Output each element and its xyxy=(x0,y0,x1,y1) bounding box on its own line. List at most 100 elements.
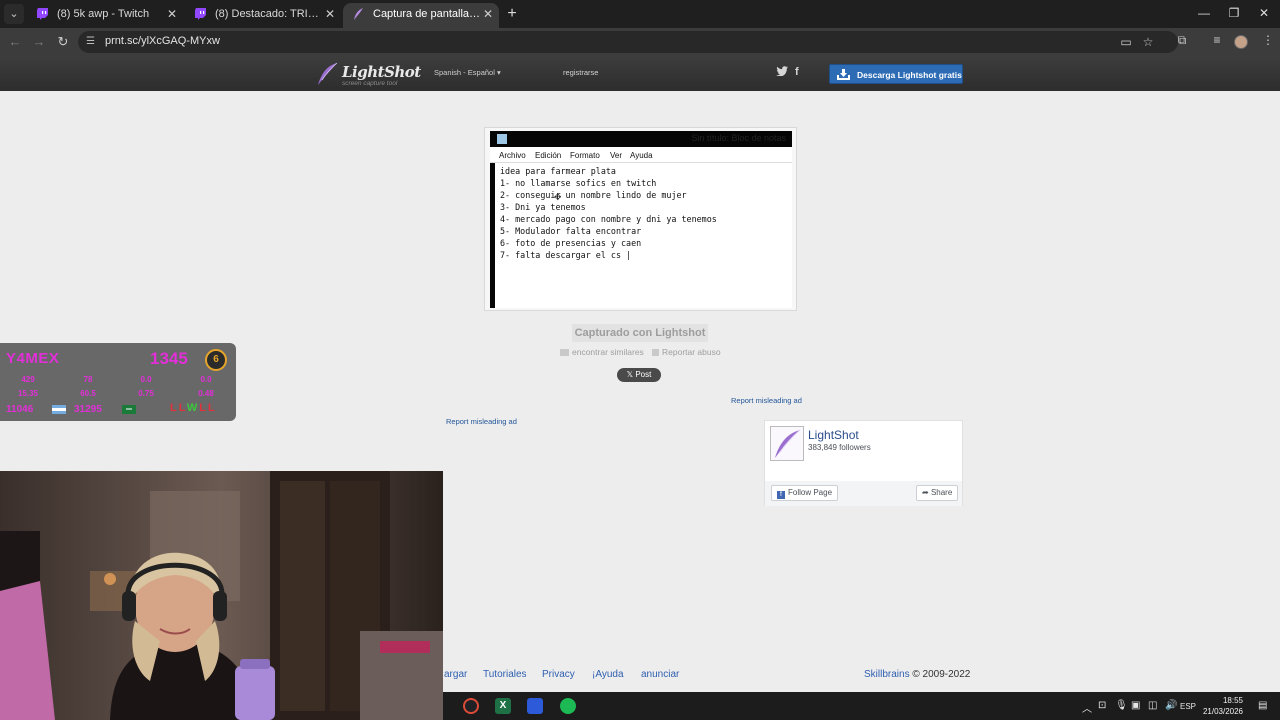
notepad-line: 3- Dni ya tenemos xyxy=(500,202,586,212)
extensions-icon[interactable]: ⧉ xyxy=(1174,33,1190,48)
notepad-title-bar: Sin título: Bloc de notas xyxy=(490,131,792,147)
footer-link-privacy[interactable]: Privacy xyxy=(542,669,575,680)
omnibox[interactable]: ☰ prnt.sc/ylXcGAQ-MYxw ▭ ☆ xyxy=(78,31,1178,53)
report-misleading-ad-link[interactable]: Report misleading ad xyxy=(446,417,517,426)
lightshot-logo[interactable]: LightShot screen capture tool xyxy=(316,62,428,88)
notifications-icon[interactable]: ▤ xyxy=(1258,700,1267,711)
fb-page-name[interactable]: LightShot xyxy=(808,428,859,442)
notepad-menu-bar: Archivo Edición Formato Ver Ayuda xyxy=(490,147,792,163)
site-info-icon[interactable]: ☰ xyxy=(86,35,100,49)
register-link[interactable]: registrarse xyxy=(563,68,598,77)
fb-followers: 383,849 followers xyxy=(808,443,871,452)
share-button[interactable]: ➦ Share xyxy=(916,485,959,501)
x-logo-icon: 𝕏 xyxy=(626,370,634,379)
find-similar-link[interactable]: encontrar similares xyxy=(560,347,644,357)
rank-region: 31295 xyxy=(74,404,102,415)
close-window-icon[interactable]: ✕ xyxy=(1256,6,1272,20)
footer-link-download[interactable]: argar xyxy=(444,669,467,680)
tray-app-icon[interactable]: ▣ xyxy=(1131,700,1140,711)
notepad-text: idea para farmear plata 1- no llamarse s… xyxy=(500,165,717,261)
footer-link-advertise[interactable]: anunciar xyxy=(641,669,679,680)
logo-name: LightShot xyxy=(342,63,421,81)
language-select[interactable]: Spanish - Español ▾ xyxy=(434,68,501,77)
find-similar-label: encontrar similares xyxy=(572,347,644,357)
windows-taskbar: X ︿ ⊡ 🎙 ▣ ◫ 🔊 ESP ▤ xyxy=(443,692,1280,720)
profile-avatar[interactable] xyxy=(1234,35,1248,49)
notepad-line: 4- mercado pago con nombre y dni ya tene… xyxy=(500,214,717,224)
notepad-line: 5- Modulador falta encontrar xyxy=(500,226,642,236)
close-icon[interactable]: ✕ xyxy=(483,3,493,25)
restore-icon[interactable]: ❐ xyxy=(1226,6,1242,20)
notepad-line: 2- conseguir un nombre lindo de mujer xyxy=(500,190,687,200)
feather-logo-icon xyxy=(771,427,803,460)
reload-icon[interactable]: ↻ xyxy=(54,33,72,51)
menu-ver: Ver xyxy=(610,151,623,160)
language-indicator[interactable]: ESP xyxy=(1180,702,1196,711)
browser-menu-icon[interactable]: ⋮ xyxy=(1260,33,1276,47)
microphone-icon[interactable]: 🎙 xyxy=(1115,700,1128,711)
twitch-icon xyxy=(195,8,206,20)
twitch-icon xyxy=(37,8,48,20)
minimize-icon[interactable]: — xyxy=(1196,6,1212,20)
stat-value: 429 xyxy=(21,375,35,384)
post-label: Post xyxy=(635,370,652,379)
chrome-icon[interactable] xyxy=(463,698,479,714)
new-tab-button[interactable]: + xyxy=(505,4,519,24)
footer-link-tutorials[interactable]: Tutoriales xyxy=(483,669,527,680)
lightshot-header: LightShot screen capture tool Spanish - … xyxy=(0,56,1280,91)
notepad-line: 6- foto de presencias y caen xyxy=(500,238,642,248)
notepad-icon xyxy=(497,134,507,144)
forward-arrow-icon[interactable]: → xyxy=(30,33,48,51)
network-icon[interactable]: ◫ xyxy=(1148,700,1157,711)
notepad-line: 1- no llamarse sofics en twitch xyxy=(500,178,657,188)
follow-page-button[interactable]: f Follow Page xyxy=(771,485,839,501)
install-app-icon[interactable]: ▭ xyxy=(1118,35,1134,49)
notepad-title: Sin título: Bloc de notas xyxy=(691,133,786,143)
report-abuse-link[interactable]: Reportar abuso xyxy=(652,347,721,357)
report-misleading-ad-link[interactable]: Report misleading ad xyxy=(731,396,802,405)
language-value: Spanish - Español xyxy=(434,68,495,77)
follow-label: Follow Page xyxy=(788,488,833,497)
x-post-button[interactable]: 𝕏 Post xyxy=(617,368,661,382)
close-icon[interactable]: ✕ xyxy=(167,3,177,25)
tab-twitch-2[interactable]: (8) Destacado: TRISTE POR LO Q ✕ xyxy=(185,3,341,28)
stat-value: 0.48 xyxy=(198,389,214,398)
tray-app-icon[interactable]: ⊡ xyxy=(1098,700,1106,711)
media-controls-icon[interactable]: ≡ xyxy=(1209,33,1225,47)
tab-twitch-1[interactable]: (8) 5k awp - Twitch ✕ xyxy=(27,3,183,28)
url-text[interactable]: prnt.sc/ylXcGAQ-MYxw xyxy=(105,35,220,47)
copyright-text: © 2009-2022 xyxy=(912,669,971,680)
app-icon[interactable] xyxy=(527,698,543,714)
lightshot-icon xyxy=(354,8,363,20)
flag-icon xyxy=(652,349,659,356)
bookmark-star-icon[interactable]: ☆ xyxy=(1140,35,1156,49)
spotify-icon[interactable] xyxy=(560,698,576,714)
share-icon: ➦ xyxy=(922,488,929,497)
taskbar-clock[interactable]: 18:55 21/03/2026 xyxy=(1199,695,1243,717)
download-button[interactable]: Descarga Lightshot gratis xyxy=(829,64,963,84)
close-icon[interactable]: ✕ xyxy=(325,3,335,25)
tray-chevron-icon[interactable]: ︿ xyxy=(1082,700,1092,715)
report-abuse-label: Reportar abuso xyxy=(662,347,721,357)
excel-icon[interactable]: X xyxy=(495,698,511,714)
notepad-left-edge xyxy=(490,163,495,308)
webcam-image xyxy=(0,471,443,720)
player-elo: 1345 xyxy=(150,349,188,368)
back-arrow-icon[interactable]: ← xyxy=(6,33,24,51)
facebook-icon[interactable]: f xyxy=(795,66,799,78)
fb-actions: f Follow Page ➦ Share xyxy=(765,481,962,506)
stat-value: 78 xyxy=(83,375,93,384)
stat-value: 0.0 xyxy=(200,375,212,384)
tab-search-button[interactable]: ⌄ xyxy=(4,4,24,24)
speaker-icon[interactable]: 🔊 xyxy=(1165,700,1177,711)
result-item: L xyxy=(199,402,208,414)
skillbrains-link[interactable]: Skillbrains xyxy=(864,669,910,680)
page-avatar[interactable] xyxy=(770,426,804,461)
twitter-icon[interactable] xyxy=(776,66,788,79)
download-label: Descarga Lightshot gratis xyxy=(857,70,962,80)
tab-label: (8) Destacado: TRISTE POR LO Q xyxy=(215,8,325,20)
screenshot-image[interactable]: Sin título: Bloc de notas Archivo Edició… xyxy=(484,127,797,311)
footer-link-help[interactable]: ¡Ayuda xyxy=(592,669,624,680)
tab-lightshot[interactable]: Captura de pantalla por Lightsh ✕ xyxy=(343,3,499,28)
menu-ayuda: Ayuda xyxy=(630,151,653,160)
